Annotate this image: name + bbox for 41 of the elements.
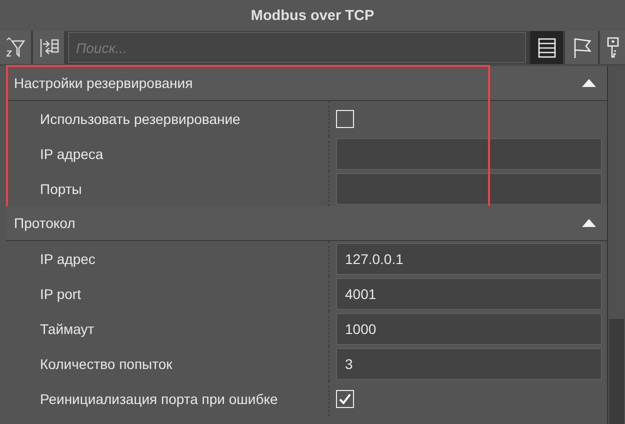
section-header[interactable]: Протокол [6, 206, 607, 241]
property-label: Реинициализация порта при ошибке [39, 390, 279, 406]
list-view-button[interactable] [530, 31, 563, 64]
filter-icon [6, 36, 26, 58]
flag-view-button[interactable] [565, 31, 598, 64]
input-field[interactable] [336, 138, 602, 170]
property-label: IP port [39, 286, 82, 302]
collapse-arrow-icon[interactable] [581, 218, 597, 228]
list-icon [538, 38, 556, 58]
field-value: 1000 [345, 320, 376, 336]
property-label: Порты [39, 180, 83, 196]
checkmark-icon [338, 392, 352, 406]
scrollbar-thumb[interactable] [609, 319, 624, 424]
section-title: Протокол [14, 215, 76, 231]
section-header[interactable]: Настройки резервирования [6, 66, 607, 101]
input-field[interactable]: 4001 [336, 278, 602, 310]
field-value: 4001 [345, 286, 376, 302]
arrows-list-icon [38, 36, 60, 58]
input-field[interactable]: 127.0.0.1 [336, 242, 602, 274]
input-field[interactable]: 1000 [336, 312, 602, 344]
field-value: 3 [345, 356, 353, 372]
property-label: Использовать резервирование [39, 110, 242, 126]
window-title: Modbus over TCP [250, 8, 374, 24]
expand-collapse-button[interactable] [33, 31, 64, 64]
section-title: Настройки резервирования [14, 75, 193, 91]
input-field[interactable]: 3 [336, 348, 602, 380]
property-label: Таймаут [39, 320, 96, 336]
input-field[interactable] [336, 172, 602, 204]
key-view-button[interactable] [600, 31, 625, 64]
sort-filter-button[interactable] [0, 31, 31, 64]
property-label: IP адрес [39, 250, 96, 266]
checkbox[interactable] [336, 110, 354, 128]
key-icon [606, 36, 620, 58]
scrollbar[interactable] [607, 66, 625, 424]
field-value: 127.0.0.1 [345, 250, 404, 266]
property-label: IP адреса [39, 146, 104, 162]
collapse-arrow-icon[interactable] [581, 78, 597, 88]
property-label: Количество попыток [39, 356, 174, 372]
checkbox[interactable] [336, 390, 354, 408]
flag-icon [572, 36, 592, 58]
search-field[interactable]: Поиск... [68, 32, 526, 63]
